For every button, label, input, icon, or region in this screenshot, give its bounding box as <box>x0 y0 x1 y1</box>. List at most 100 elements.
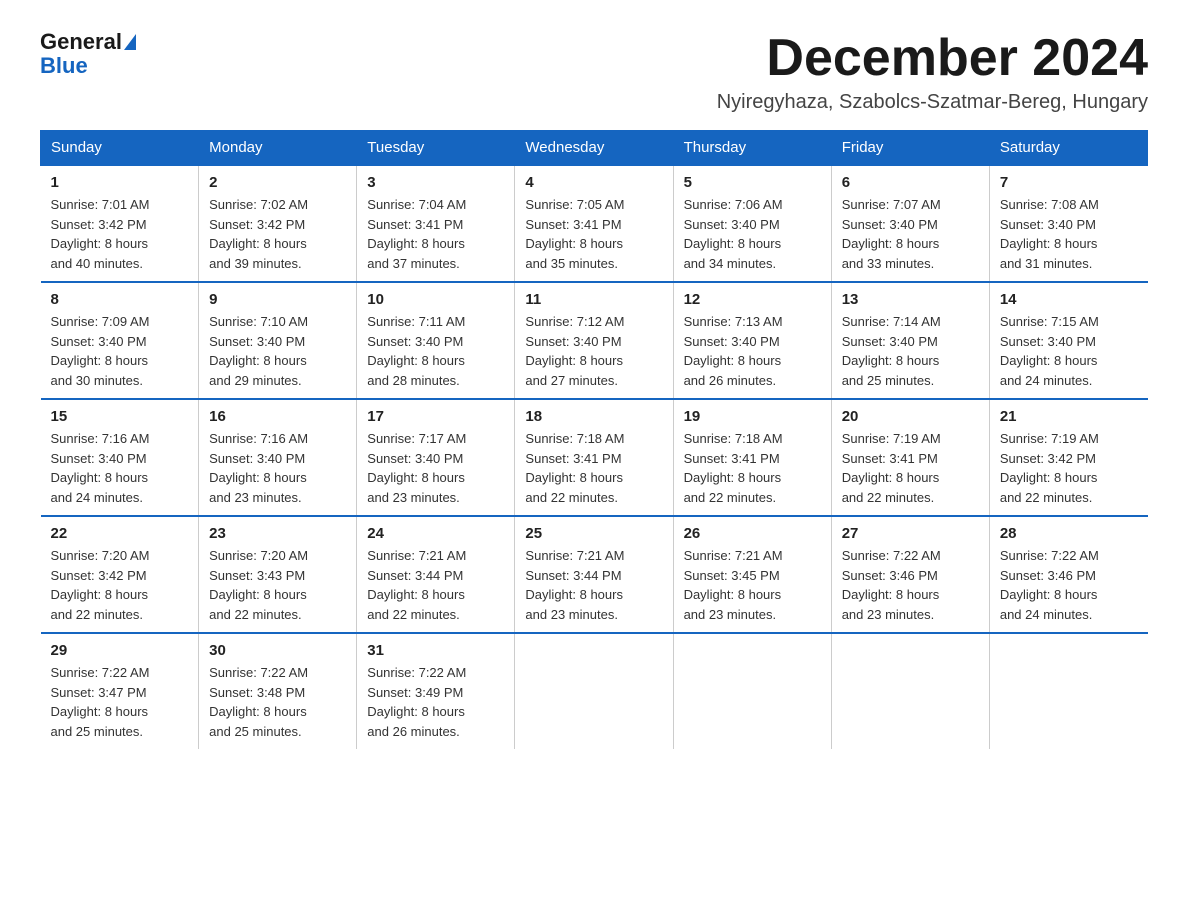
calendar-table: SundayMondayTuesdayWednesdayThursdayFrid… <box>40 130 1148 749</box>
day-info: Sunrise: 7:13 AM Sunset: 3:40 PM Dayligh… <box>684 312 821 390</box>
calendar-day-cell: 21Sunrise: 7:19 AM Sunset: 3:42 PM Dayli… <box>989 399 1147 516</box>
day-number: 7 <box>1000 174 1138 191</box>
calendar-day-cell: 5 Sunrise: 7:06 AM Sunset: 3:40 PM Daylig… <box>673 165 831 282</box>
calendar-day-cell: 6 Sunrise: 7:07 AM Sunset: 3:40 PM Daylig… <box>831 165 989 282</box>
day-number: 5 <box>684 174 821 191</box>
day-number: 21 <box>1000 408 1138 425</box>
calendar-day-cell: 23 Sunrise: 7:20 AM Sunset: 3:43 PM Dayli… <box>199 516 357 633</box>
day-number: 22 <box>51 525 189 542</box>
day-number: 31 <box>367 642 504 659</box>
logo-blue-text: Blue <box>40 53 88 78</box>
day-number: 28 <box>1000 525 1138 542</box>
day-number: 9 <box>209 291 346 308</box>
day-info: Sunrise: 7:11 AM Sunset: 3:40 PM Dayligh… <box>367 312 504 390</box>
calendar-day-cell: 26 Sunrise: 7:21 AM Sunset: 3:45 PM Dayli… <box>673 516 831 633</box>
day-info: Sunrise: 7:21 AM Sunset: 3:44 PM Dayligh… <box>367 546 504 624</box>
day-number: 4 <box>525 174 662 191</box>
calendar-week-row: 22 Sunrise: 7:20 AM Sunset: 3:42 PM Dayli… <box>41 516 1148 633</box>
calendar-day-cell <box>989 633 1147 749</box>
title-area: December 2024 Nyiregyhaza, Szabolcs-Szat… <box>717 30 1148 114</box>
day-info: Sunrise: 7:10 AM Sunset: 3:40 PM Dayligh… <box>209 312 346 390</box>
calendar-day-cell: 25 Sunrise: 7:21 AM Sunset: 3:44 PM Dayli… <box>515 516 673 633</box>
day-info: Sunrise: 7:01 AM Sunset: 3:42 PM Dayligh… <box>51 195 189 273</box>
calendar-day-cell: 1 Sunrise: 7:01 AM Sunset: 3:42 PM Daylig… <box>41 165 199 282</box>
day-info: Sunrise: 7:16 AM Sunset: 3:40 PM Dayligh… <box>209 429 346 507</box>
weekday-header-monday: Monday <box>199 131 357 166</box>
day-info: Sunrise: 7:09 AM Sunset: 3:40 PM Dayligh… <box>51 312 189 390</box>
calendar-day-cell: 20 Sunrise: 7:19 AM Sunset: 3:41 PM Dayli… <box>831 399 989 516</box>
weekday-header-tuesday: Tuesday <box>357 131 515 166</box>
calendar-day-cell: 9 Sunrise: 7:10 AM Sunset: 3:40 PM Daylig… <box>199 282 357 399</box>
day-info: Sunrise: 7:12 AM Sunset: 3:40 PM Dayligh… <box>525 312 662 390</box>
day-number: 14 <box>1000 291 1138 308</box>
calendar-day-cell: 16Sunrise: 7:16 AM Sunset: 3:40 PM Dayli… <box>199 399 357 516</box>
logo: General Blue <box>40 30 136 78</box>
day-number: 6 <box>842 174 979 191</box>
day-info: Sunrise: 7:22 AM Sunset: 3:46 PM Dayligh… <box>1000 546 1138 624</box>
day-info: Sunrise: 7:18 AM Sunset: 3:41 PM Dayligh… <box>684 429 821 507</box>
calendar-day-cell: 28 Sunrise: 7:22 AM Sunset: 3:46 PM Dayli… <box>989 516 1147 633</box>
day-number: 15 <box>51 408 189 425</box>
calendar-day-cell: 30 Sunrise: 7:22 AM Sunset: 3:48 PM Dayli… <box>199 633 357 749</box>
page-header: General Blue December 2024 Nyiregyhaza, … <box>40 30 1148 114</box>
calendar-day-cell: 27 Sunrise: 7:22 AM Sunset: 3:46 PM Dayli… <box>831 516 989 633</box>
day-number: 29 <box>51 642 189 659</box>
day-info: Sunrise: 7:04 AM Sunset: 3:41 PM Dayligh… <box>367 195 504 273</box>
calendar-day-cell <box>515 633 673 749</box>
calendar-day-cell: 12 Sunrise: 7:13 AM Sunset: 3:40 PM Dayli… <box>673 282 831 399</box>
calendar-day-cell: 17 Sunrise: 7:17 AM Sunset: 3:40 PM Dayli… <box>357 399 515 516</box>
location-subtitle: Nyiregyhaza, Szabolcs-Szatmar-Bereg, Hun… <box>717 91 1148 114</box>
day-info: Sunrise: 7:22 AM Sunset: 3:47 PM Dayligh… <box>51 663 189 741</box>
day-number: 10 <box>367 291 504 308</box>
day-number: 19 <box>684 408 821 425</box>
calendar-day-cell: 18Sunrise: 7:18 AM Sunset: 3:41 PM Dayli… <box>515 399 673 516</box>
day-info: Sunrise: 7:02 AM Sunset: 3:42 PM Dayligh… <box>209 195 346 273</box>
day-info: Sunrise: 7:21 AM Sunset: 3:44 PM Dayligh… <box>525 546 662 624</box>
day-number: 17 <box>367 408 504 425</box>
day-number: 25 <box>525 525 662 542</box>
day-number: 27 <box>842 525 979 542</box>
day-number: 23 <box>209 525 346 542</box>
calendar-day-cell: 11 Sunrise: 7:12 AM Sunset: 3:40 PM Dayli… <box>515 282 673 399</box>
day-info: Sunrise: 7:17 AM Sunset: 3:40 PM Dayligh… <box>367 429 504 507</box>
day-number: 26 <box>684 525 821 542</box>
day-number: 20 <box>842 408 979 425</box>
day-number: 1 <box>51 174 189 191</box>
calendar-day-cell: 3Sunrise: 7:04 AM Sunset: 3:41 PM Daylig… <box>357 165 515 282</box>
calendar-day-cell: 15 Sunrise: 7:16 AM Sunset: 3:40 PM Dayli… <box>41 399 199 516</box>
day-info: Sunrise: 7:07 AM Sunset: 3:40 PM Dayligh… <box>842 195 979 273</box>
calendar-day-cell: 24 Sunrise: 7:21 AM Sunset: 3:44 PM Dayli… <box>357 516 515 633</box>
calendar-day-cell: 10 Sunrise: 7:11 AM Sunset: 3:40 PM Dayli… <box>357 282 515 399</box>
calendar-day-cell <box>831 633 989 749</box>
day-info: Sunrise: 7:19 AM Sunset: 3:41 PM Dayligh… <box>842 429 979 507</box>
calendar-day-cell: 2Sunrise: 7:02 AM Sunset: 3:42 PM Daylig… <box>199 165 357 282</box>
day-info: Sunrise: 7:22 AM Sunset: 3:46 PM Dayligh… <box>842 546 979 624</box>
weekday-header-friday: Friday <box>831 131 989 166</box>
calendar-week-row: 15 Sunrise: 7:16 AM Sunset: 3:40 PM Dayli… <box>41 399 1148 516</box>
day-number: 24 <box>367 525 504 542</box>
calendar-day-cell: 19 Sunrise: 7:18 AM Sunset: 3:41 PM Dayli… <box>673 399 831 516</box>
day-info: Sunrise: 7:22 AM Sunset: 3:48 PM Dayligh… <box>209 663 346 741</box>
day-info: Sunrise: 7:20 AM Sunset: 3:43 PM Dayligh… <box>209 546 346 624</box>
logo-general-text: General <box>40 30 122 54</box>
calendar-week-row: 8 Sunrise: 7:09 AM Sunset: 3:40 PM Daylig… <box>41 282 1148 399</box>
day-info: Sunrise: 7:15 AM Sunset: 3:40 PM Dayligh… <box>1000 312 1138 390</box>
calendar-header-row: SundayMondayTuesdayWednesdayThursdayFrid… <box>41 131 1148 166</box>
day-info: Sunrise: 7:20 AM Sunset: 3:42 PM Dayligh… <box>51 546 189 624</box>
calendar-day-cell: 31Sunrise: 7:22 AM Sunset: 3:49 PM Dayli… <box>357 633 515 749</box>
calendar-day-cell: 7Sunrise: 7:08 AM Sunset: 3:40 PM Daylig… <box>989 165 1147 282</box>
day-info: Sunrise: 7:14 AM Sunset: 3:40 PM Dayligh… <box>842 312 979 390</box>
calendar-day-cell: 8 Sunrise: 7:09 AM Sunset: 3:40 PM Daylig… <box>41 282 199 399</box>
logo-triangle-icon <box>124 34 136 50</box>
calendar-week-row: 1 Sunrise: 7:01 AM Sunset: 3:42 PM Daylig… <box>41 165 1148 282</box>
weekday-header-thursday: Thursday <box>673 131 831 166</box>
day-info: Sunrise: 7:16 AM Sunset: 3:40 PM Dayligh… <box>51 429 189 507</box>
weekday-header-sunday: Sunday <box>41 131 199 166</box>
day-info: Sunrise: 7:21 AM Sunset: 3:45 PM Dayligh… <box>684 546 821 624</box>
day-number: 11 <box>525 291 662 308</box>
calendar-day-cell: 22 Sunrise: 7:20 AM Sunset: 3:42 PM Dayli… <box>41 516 199 633</box>
day-number: 12 <box>684 291 821 308</box>
day-info: Sunrise: 7:06 AM Sunset: 3:40 PM Dayligh… <box>684 195 821 273</box>
day-number: 30 <box>209 642 346 659</box>
day-number: 8 <box>51 291 189 308</box>
